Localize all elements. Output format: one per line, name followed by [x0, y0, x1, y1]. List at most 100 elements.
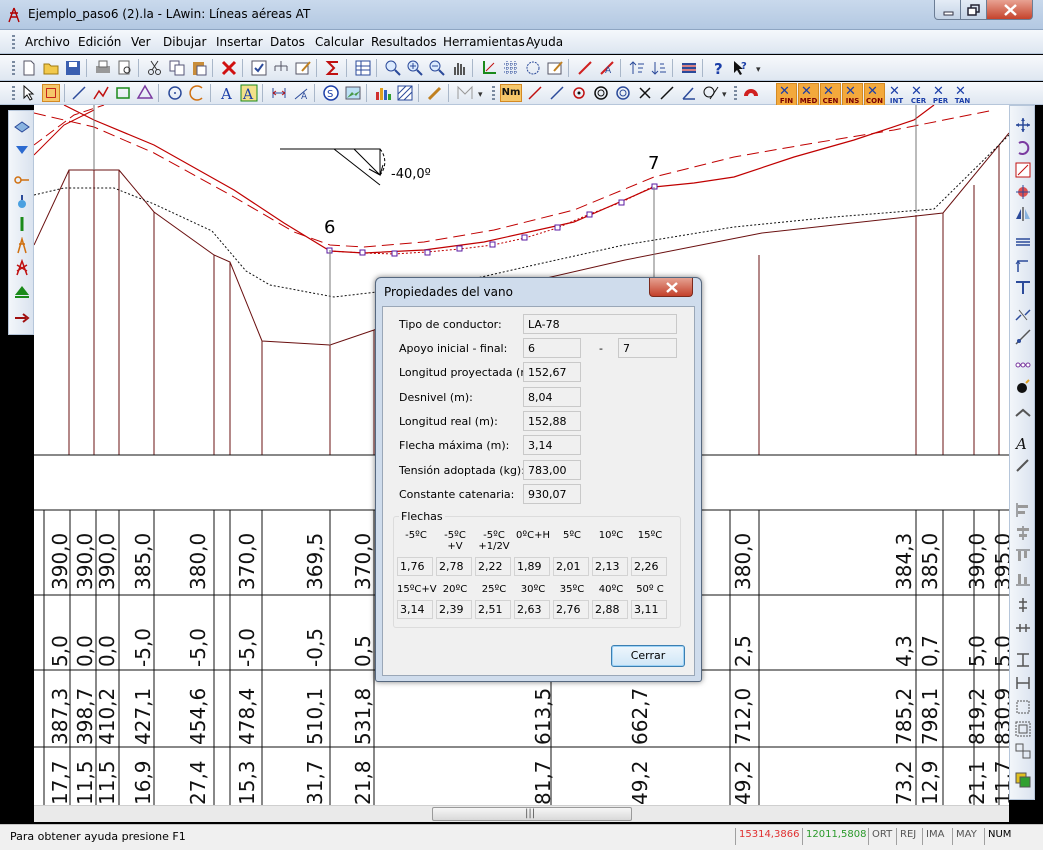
snap-cen-button[interactable]: ✕ CEN [820, 83, 841, 106]
break-icon[interactable] [1014, 306, 1032, 324]
nm-button[interactable]: Nm [500, 84, 522, 102]
status-may[interactable]: MAY [952, 828, 984, 845]
text-tool-icon[interactable]: A [598, 59, 616, 77]
hatch-icon[interactable] [396, 84, 414, 102]
join-icon[interactable] [1014, 328, 1032, 346]
scale-icon[interactable] [1014, 161, 1032, 179]
text-box-icon[interactable]: A [240, 84, 258, 102]
field-real-length[interactable]: 152,88 [523, 411, 581, 431]
chain-icon[interactable] [1014, 356, 1032, 374]
bring-to-front-icon[interactable] [1014, 771, 1032, 789]
sum-icon[interactable] [324, 59, 342, 77]
dimension-icon[interactable] [270, 84, 288, 102]
mirror-icon[interactable] [1014, 205, 1032, 223]
tower-icon[interactable] [13, 237, 31, 255]
menu-ver[interactable]: Ver [131, 35, 151, 49]
print-icon[interactable] [94, 59, 112, 77]
copy-icon[interactable] [168, 59, 186, 77]
layer-stack-icon[interactable] [13, 117, 31, 135]
cut-icon[interactable] [146, 59, 164, 77]
image-icon[interactable] [344, 84, 362, 102]
select-window-icon[interactable] [42, 84, 60, 102]
select-arrow-icon[interactable] [20, 84, 38, 102]
connector-icon[interactable] [13, 171, 31, 189]
zoom-out-icon[interactable] [428, 59, 446, 77]
field-catenary-constant[interactable]: 930,07 [523, 484, 581, 504]
layers-icon[interactable] [680, 59, 698, 77]
angle-icon[interactable] [680, 84, 698, 102]
snap-con-button[interactable]: ✕ CON [864, 83, 885, 106]
snap-fin-button[interactable]: ✕ FIN [776, 83, 797, 106]
snap-per-button[interactable]: ✕ PER [930, 83, 951, 106]
layer-edit-icon[interactable] [546, 59, 564, 77]
grid-icon[interactable] [502, 59, 520, 77]
text-icon[interactable]: A [218, 84, 236, 102]
zoom-icon[interactable] [384, 59, 402, 77]
sag-value[interactable]: 2,51 [475, 600, 511, 619]
horizontal-scrollbar[interactable]: ||| [34, 805, 1009, 822]
edit-properties-icon[interactable] [294, 59, 312, 77]
minimize-button[interactable] [934, 0, 961, 20]
snap-grid-icon[interactable] [524, 59, 542, 77]
group-icon[interactable] [1014, 720, 1032, 738]
tree-icon[interactable] [272, 59, 290, 77]
rectangle-icon[interactable] [114, 84, 132, 102]
menu-grip[interactable] [12, 35, 15, 49]
align-left-icon[interactable] [1014, 501, 1032, 519]
close-button[interactable] [986, 0, 1033, 20]
bar-chart-icon[interactable] [374, 84, 392, 102]
node-icon[interactable] [570, 84, 588, 102]
paste-icon[interactable] [190, 59, 208, 77]
field-height-difference[interactable]: 8,04 [523, 387, 581, 407]
trim-icon[interactable] [1014, 278, 1032, 296]
status-num[interactable]: NUM [984, 828, 1018, 845]
edit-text-icon[interactable] [1014, 456, 1032, 474]
menu-archivo[interactable]: Archivo [25, 35, 70, 49]
status-ima[interactable]: IMA [922, 828, 952, 845]
menu-insertar[interactable]: Insertar [216, 35, 263, 49]
distribute-h-icon[interactable] [1014, 619, 1032, 637]
field-max-sag[interactable]: 3,14 [523, 435, 581, 455]
angle-dimension-icon[interactable]: A [292, 84, 310, 102]
snap-int-button[interactable]: ✕ INT [886, 83, 907, 106]
status-ort[interactable]: ORT [868, 828, 896, 845]
menu-resultados[interactable]: Resultados [371, 35, 437, 49]
ungroup-icon[interactable] [1014, 742, 1032, 760]
toolbar-grip[interactable] [734, 86, 737, 100]
rotate-icon[interactable] [1014, 139, 1032, 157]
measure-icon[interactable] [456, 84, 474, 102]
toolbar-overflow-icon[interactable]: ▾ [722, 90, 727, 100]
magnet-icon[interactable] [742, 84, 760, 102]
terrain-icon[interactable] [13, 281, 31, 299]
same-width-icon[interactable] [1014, 674, 1032, 692]
menu-edicion[interactable]: Edición [78, 35, 121, 49]
axes-icon[interactable] [480, 59, 498, 77]
snap-med-button[interactable]: ✕ MED [798, 83, 819, 106]
menu-dibujar[interactable]: Dibujar [163, 35, 206, 49]
field-support-start[interactable]: 6 [523, 338, 581, 358]
pan-hand-icon[interactable] [450, 59, 468, 77]
triangle-down-icon[interactable] [13, 141, 31, 159]
new-file-icon[interactable] [20, 59, 38, 77]
sag-value[interactable]: 3,14 [397, 600, 433, 619]
align-center-icon[interactable] [1014, 524, 1032, 542]
print-preview-icon[interactable] [116, 59, 134, 77]
table-icon[interactable] [354, 59, 372, 77]
context-help-icon[interactable]: ? [732, 59, 750, 77]
menu-ayuda[interactable]: Ayuda [526, 35, 563, 49]
pole-icon[interactable] [13, 215, 31, 233]
sag-value[interactable]: 2,63 [514, 600, 550, 619]
sag-value[interactable]: 2,88 [592, 600, 628, 619]
fillet-icon[interactable] [1014, 404, 1032, 422]
lattice-tower-icon[interactable] [13, 259, 31, 277]
save-icon[interactable] [64, 59, 82, 77]
toolbar-grip[interactable] [492, 86, 495, 100]
close-dialog-button[interactable]: Cerrar [611, 645, 685, 667]
sag-value[interactable]: 1,89 [514, 557, 550, 576]
zoom-in-icon[interactable] [406, 59, 424, 77]
distribute-v-icon[interactable] [1014, 596, 1032, 614]
toolbar-grip[interactable] [12, 86, 15, 100]
extend-icon[interactable] [1014, 256, 1032, 274]
copy-object-icon[interactable] [1014, 183, 1032, 201]
concentric-icon[interactable] [592, 84, 610, 102]
